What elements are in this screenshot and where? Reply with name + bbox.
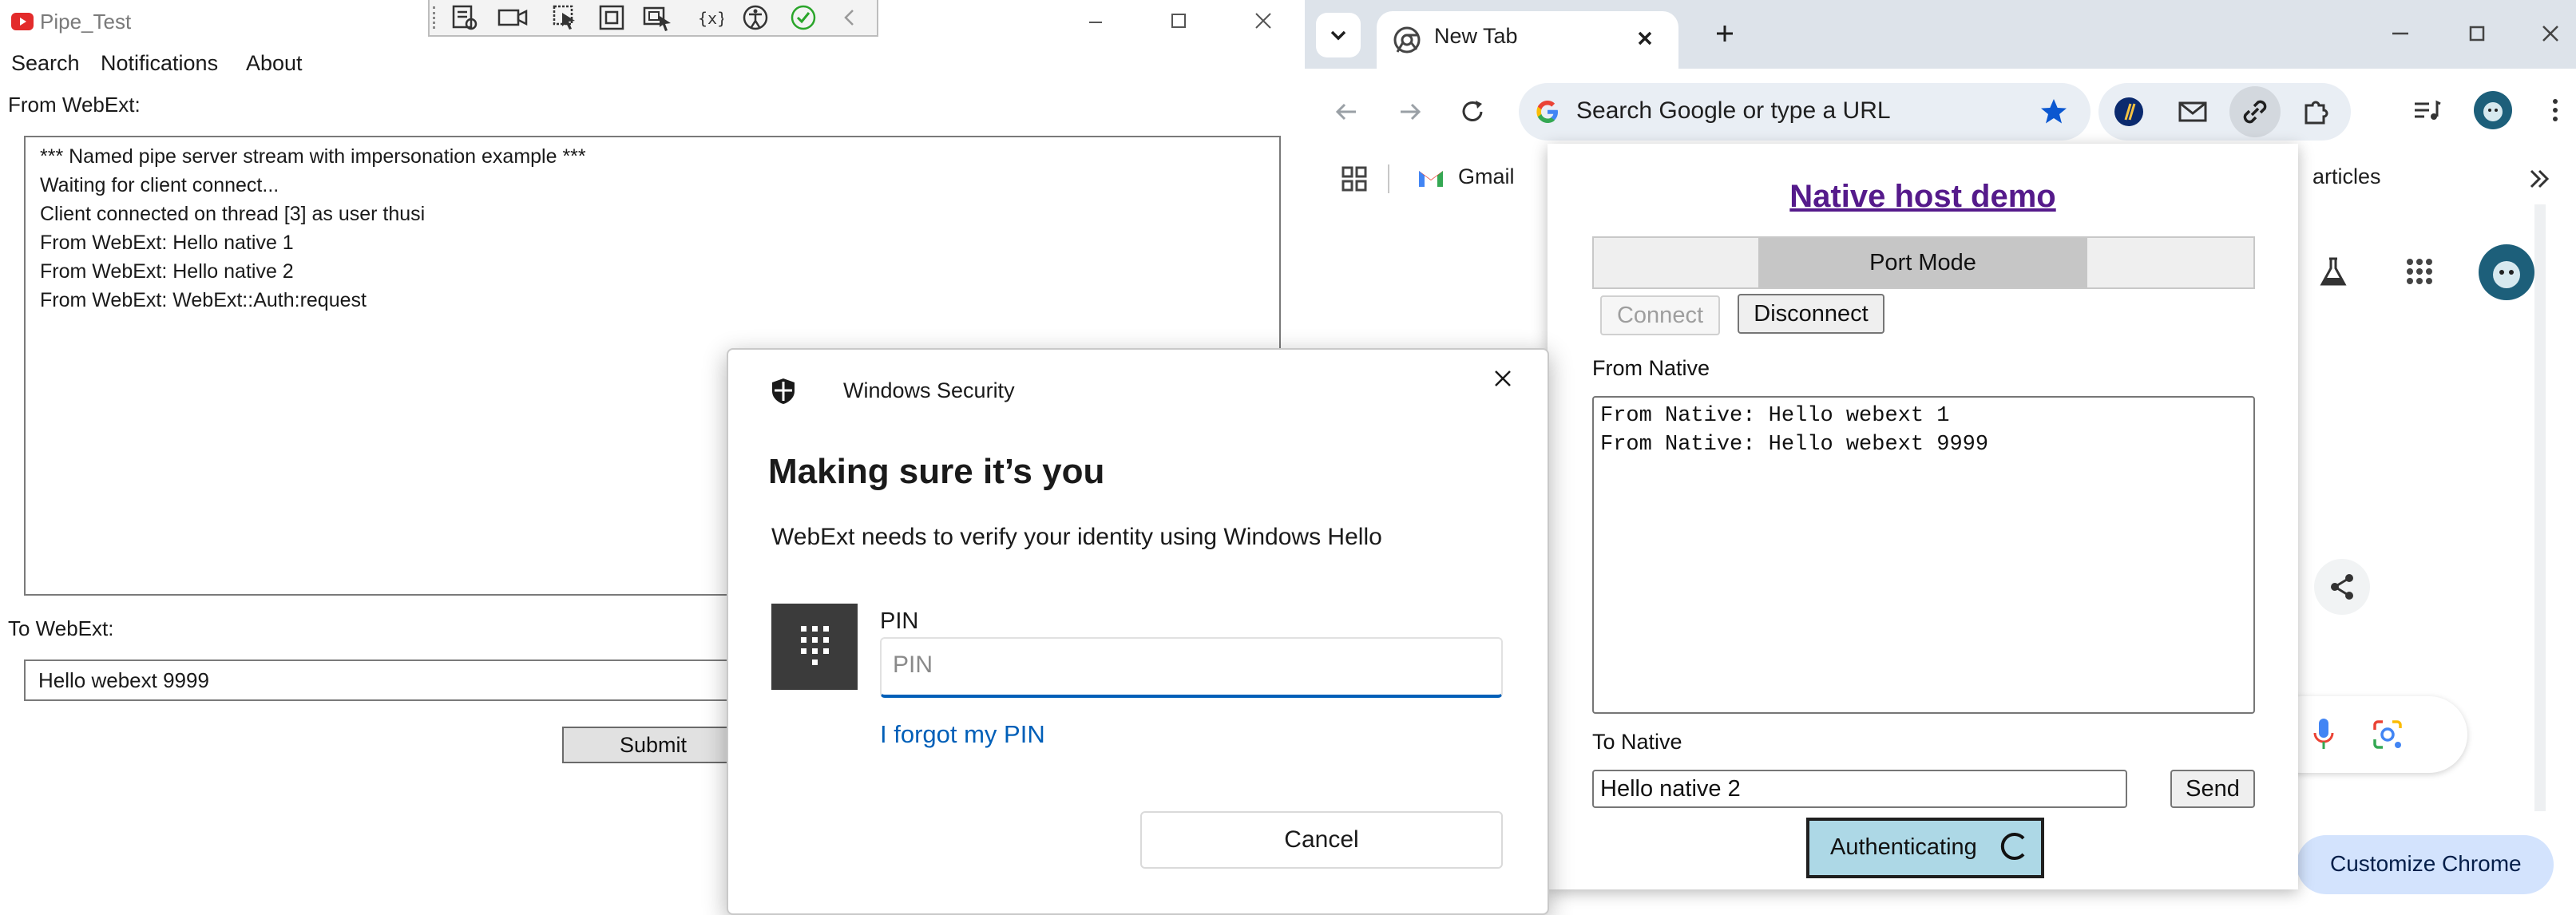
omnibox-placeholder: Search Google or type a URL <box>1576 97 1891 124</box>
bookmark-divider <box>1388 164 1389 193</box>
gmail-icon[interactable] <box>1417 166 1445 190</box>
track-focus-icon[interactable] <box>642 3 674 32</box>
cancel-button[interactable]: Cancel <box>1140 811 1503 869</box>
close-button[interactable] <box>1239 5 1287 37</box>
bookmarks-overflow-icon[interactable] <box>2523 163 2555 195</box>
back-icon[interactable] <box>1329 94 1364 129</box>
minimize-button[interactable] <box>1072 5 1120 37</box>
ntp-profile-avatar[interactable] <box>2477 243 2536 302</box>
bookmark-articles[interactable]: articles <box>2312 164 2381 189</box>
labs-flask-icon[interactable] <box>2316 254 2351 289</box>
log-line: From WebExt: Hello native 1 <box>40 232 294 254</box>
popup-title[interactable]: Native host demo <box>1548 179 2298 215</box>
svg-text:{x}: {x} <box>698 9 723 28</box>
window-title: Pipe_Test <box>40 10 132 34</box>
pin-keypad-icon <box>771 604 858 690</box>
pin-placeholder: PIN <box>893 652 933 678</box>
tab-port-mode[interactable]: Port Mode <box>1758 238 2087 287</box>
forgot-pin-link[interactable]: I forgot my PIN <box>880 720 1045 749</box>
native-line: From Native: Hello webext 9999 <box>1600 433 1989 457</box>
extensions-puzzle-icon[interactable] <box>2300 96 2332 128</box>
video-icon[interactable] <box>497 3 529 32</box>
link-extension-button[interactable] <box>2229 86 2281 137</box>
to-webext-value: Hello webext 9999 <box>38 668 209 692</box>
log-line: From WebExt: WebExt::Auth:request <box>40 289 367 311</box>
dialog-description: WebExt needs to verify your identity usi… <box>771 524 1382 550</box>
authenticating-button[interactable]: Authenticating <box>1806 818 2044 878</box>
grip-handle[interactable] <box>433 6 438 29</box>
tab-search-button[interactable] <box>1316 13 1361 57</box>
from-webext-label: From WebExt: <box>8 93 141 117</box>
submit-button[interactable]: Submit <box>562 727 744 763</box>
app-icon <box>11 13 34 30</box>
connect-button[interactable]: Connect <box>1600 295 1720 335</box>
to-native-value: Hello native 2 <box>1600 776 1741 802</box>
authenticating-label: Authenticating <box>1830 834 1977 860</box>
menu-about[interactable]: About <box>246 51 303 76</box>
from-native-label: From Native <box>1592 356 1710 380</box>
dialog-heading: Making sure it’s you <box>768 452 1105 491</box>
forward-icon[interactable] <box>1393 94 1428 129</box>
maximize-button[interactable] <box>1155 5 1203 37</box>
from-native-textarea[interactable]: From Native: Hello webext 1 From Native:… <box>1592 396 2255 714</box>
check-icon[interactable] <box>789 3 821 32</box>
apps-grid-icon[interactable] <box>1338 163 1370 195</box>
to-webext-label: To WebExt: <box>8 616 114 640</box>
dialog-app-title: Windows Security <box>843 378 1015 402</box>
log-line: *** Named pipe server stream with impers… <box>40 145 586 168</box>
google-apps-icon[interactable] <box>2402 254 2437 289</box>
send-button[interactable]: Send <box>2170 770 2255 808</box>
disconnect-button[interactable]: Disconnect <box>1738 294 1884 334</box>
scrollbar[interactable] <box>2534 204 2546 811</box>
extensions-pill <box>2098 83 2351 141</box>
select-element-icon[interactable] <box>551 3 583 32</box>
pin-input[interactable]: PIN <box>880 637 1503 698</box>
binding-failures-icon[interactable]: {x} <box>695 3 727 32</box>
mode-tabs[interactable]: Port Mode <box>1592 236 2255 289</box>
chrome-minimize-icon[interactable] <box>2384 18 2416 50</box>
voice-search-icon[interactable] <box>2311 717 2336 752</box>
customize-chrome-button[interactable]: Customize Chrome <box>2297 835 2554 894</box>
collapse-icon[interactable] <box>837 3 869 32</box>
chrome-icon <box>1393 26 1421 54</box>
chrome-maximize-icon[interactable] <box>2461 18 2493 50</box>
to-native-input[interactable]: Hello native 2 <box>1592 770 2127 808</box>
mail-icon[interactable] <box>2177 96 2209 128</box>
media-control-icon[interactable] <box>2410 94 2442 126</box>
dialog-close-icon[interactable] <box>1487 362 1519 394</box>
share-button[interactable] <box>2314 559 2370 615</box>
shield-icon <box>770 377 797 406</box>
reload-icon[interactable] <box>1455 94 1490 129</box>
tab-title: New Tab <box>1434 24 1518 48</box>
kebab-menu-icon[interactable] <box>2546 94 2565 126</box>
display-layout-adorners-icon[interactable] <box>597 3 629 32</box>
menu-notifications[interactable]: Notifications <box>101 51 218 76</box>
new-tab-plus-icon[interactable] <box>1709 18 1741 50</box>
lens-search-icon[interactable] <box>2370 717 2405 752</box>
tab-new-tab[interactable]: New Tab <box>1377 11 1678 69</box>
omnibox[interactable]: Search Google or type a URL <box>1519 83 2091 141</box>
chrome-close-icon[interactable] <box>2534 18 2566 50</box>
accessibility-icon[interactable] <box>741 3 773 32</box>
debug-toolbar: {x} <box>428 0 878 37</box>
menu-search[interactable]: Search <box>11 51 80 76</box>
spinner-icon <box>1996 829 2031 864</box>
native-line: From Native: Hello webext 1 <box>1600 404 1950 428</box>
log-line: Waiting for client connect... <box>40 174 279 196</box>
extension-slash-icon[interactable] <box>2113 96 2145 128</box>
live-visual-tree-icon[interactable] <box>450 3 482 32</box>
pin-label: PIN <box>880 608 919 634</box>
log-line: From WebExt: Hello native 2 <box>40 260 294 283</box>
profile-avatar[interactable] <box>2472 89 2514 131</box>
bookmark-gmail[interactable]: Gmail <box>1458 164 1515 189</box>
tab-close-icon[interactable] <box>1629 22 1661 54</box>
to-native-label: To Native <box>1592 730 1682 754</box>
customize-chrome-label: Customize Chrome <box>2330 851 2522 876</box>
google-g-icon <box>1533 97 1562 126</box>
bookmark-star-icon[interactable] <box>2038 96 2070 128</box>
log-line: Client connected on thread [3] as user t… <box>40 203 426 225</box>
